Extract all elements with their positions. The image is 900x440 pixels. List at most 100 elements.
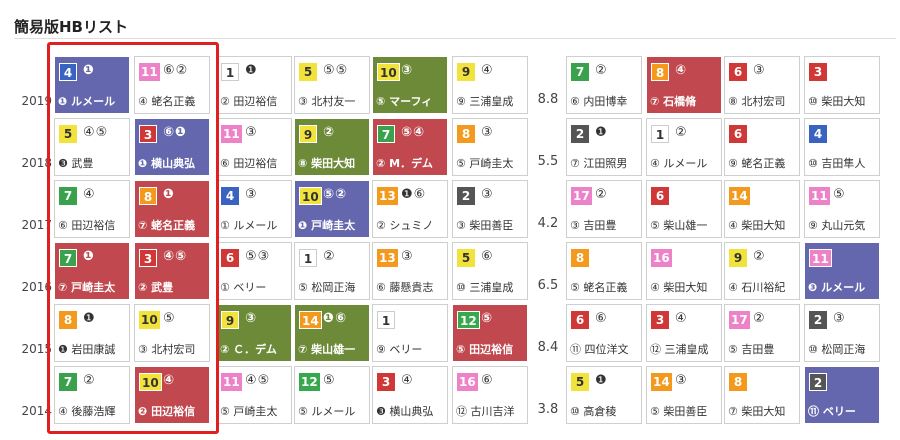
horse-number-badge: 7 <box>571 63 589 81</box>
hb-cell[interactable]: 1 ⑨ ベリー <box>372 304 448 362</box>
hb-cell[interactable]: 11 ❸ ルメール <box>804 242 880 300</box>
hb-cell[interactable]: 8❶ ⑦ 蛯名正義 <box>134 180 210 238</box>
hb-cell[interactable]: 12 ⑤ ⑤ ルメール <box>294 366 370 424</box>
hb-cell[interactable]: 5❶ ⑩ 高倉稜 <box>566 366 642 424</box>
hb-cell[interactable]: 7② ⑥ 内田博幸 <box>566 56 642 114</box>
hb-cell[interactable]: 11 ⑥② ④ 蛯名正義 <box>134 56 210 114</box>
hb-cell[interactable]: 14 ③ ⑤ 柴田善臣 <box>646 366 722 424</box>
odds-value: 8.4 <box>537 340 559 355</box>
hb-cell[interactable]: 8❶ ❶ 岩田康誠 <box>54 304 130 362</box>
hb-cell[interactable]: 12 ⑤ ⑤ 田辺裕信 <box>452 304 528 362</box>
hb-cell[interactable]: 3 ⑩ 柴田大知 <box>804 56 880 114</box>
hb-cell[interactable]: 16 ⑥ ⑫ 古川吉洋 <box>452 366 528 424</box>
hb-cell[interactable]: 9② ④ 石川裕紀 <box>724 242 800 300</box>
finish-marks: ③ <box>245 187 258 202</box>
horse-number-badge: 17 <box>571 187 592 205</box>
hb-cell[interactable]: 6 ⑤ 柴山雄一 <box>646 180 722 238</box>
hb-cell[interactable]: 2③ ⑩ 松岡正海 <box>804 304 880 362</box>
hb-cell[interactable]: 4 ⑩ 吉田隼人 <box>804 118 880 176</box>
hb-cell[interactable]: 7② ④ 後藤浩輝 <box>54 366 130 424</box>
hb-cell[interactable]: 3④ ⑫ 三浦皇成 <box>646 304 722 362</box>
jockey-name: ⑤ ルメール <box>298 405 356 418</box>
finish-marks: ④ <box>163 373 176 388</box>
hb-cell[interactable]: 14 ④ 柴田大知 <box>724 180 800 238</box>
finish-marks: ❶⑥ <box>401 187 427 202</box>
finish-marks: ❶ <box>83 311 96 326</box>
horse-number-badge: 1 <box>651 125 669 143</box>
finish-marks: ② <box>323 249 336 264</box>
hb-cell[interactable]: 7④ ⑥ 田辺裕信 <box>54 180 130 238</box>
hb-cell[interactable]: 17 ② ⑤ 吉田豊 <box>724 304 800 362</box>
horse-number-badge: 8 <box>139 187 157 205</box>
hb-cell[interactable]: 13 ❶⑥ ② シュミノ <box>372 180 448 238</box>
hb-cell[interactable]: 4❶ ❶ ルメール <box>54 56 130 114</box>
finish-marks: ⑥ <box>595 311 608 326</box>
horse-number-badge: 9 <box>221 311 239 329</box>
hb-cell[interactable]: 10 ⑤ ③ 北村宏司 <box>134 304 210 362</box>
hb-cell[interactable]: 10 ④ ❷ 田辺裕信 <box>134 366 210 424</box>
hb-cell[interactable]: 11 ④⑤ ⑤ 戸崎圭太 <box>216 366 292 424</box>
hb-cell[interactable]: 1❶ ② 田辺裕信 <box>216 56 292 114</box>
horse-number-badge: 11 <box>221 125 242 143</box>
horse-number-badge: 8 <box>651 63 669 81</box>
finish-marks: ⑤② <box>323 187 348 202</box>
hb-cell[interactable]: 13 ③ ⑥ 藤懸貴志 <box>372 242 448 300</box>
hb-cell[interactable]: 2③ ③ 柴田善臣 <box>452 180 528 238</box>
hb-cell[interactable]: 8③ ⑤ 戸崎圭太 <box>452 118 528 176</box>
hb-cell[interactable]: 8④ ⑦ 石橋脩 <box>646 56 722 114</box>
finish-marks: ④⑤ <box>163 249 188 264</box>
odds-value: 3.8 <box>537 402 559 417</box>
jockey-name: ⑫ 古川吉洋 <box>456 405 515 418</box>
finish-marks: ⑤④ <box>401 125 426 140</box>
horse-number-badge: 5 <box>457 249 475 267</box>
hb-cell[interactable]: 9③ ② Ｃ．デム <box>216 304 292 362</box>
hb-cell[interactable]: 1② ④ ルメール <box>646 118 722 176</box>
jockey-name: ② シュミノ <box>376 219 434 232</box>
jockey-name: ❷ 田辺裕信 <box>138 405 196 418</box>
horse-number-badge: 2 <box>457 187 475 205</box>
hb-cell[interactable]: 11 ③ ⑥ 田辺裕信 <box>216 118 292 176</box>
hb-cell[interactable]: 6⑥ ⑪ 四位洋文 <box>566 304 642 362</box>
hb-cell[interactable]: 3 ④⑤ ② 武豊 <box>134 242 210 300</box>
jockey-name: ⑤ 戸崎圭太 <box>456 157 514 170</box>
hb-cell[interactable]: 4③ ① ルメール <box>216 180 292 238</box>
hb-cell[interactable]: 5 ④⑤ ❸ 武豊 <box>54 118 130 176</box>
hb-cell[interactable]: 8 ⑤ 蛯名正義 <box>566 242 642 300</box>
hb-cell[interactable]: 8 ⑦ 柴田大知 <box>724 366 800 424</box>
jockey-name: ③ 吉田豊 <box>570 219 617 232</box>
hb-cell[interactable]: 6 ⑤③ ① ベリー <box>216 242 292 300</box>
horse-number-badge: 12 <box>457 311 480 329</box>
hb-cell[interactable]: 5⑥ ⑩ 三浦皇成 <box>452 242 528 300</box>
hb-cell[interactable]: 5 ⑤⑤ ③ 北村友一 <box>294 56 370 114</box>
hb-cell[interactable]: 3 ⑥❶ ❶ 横山典弘 <box>134 118 210 176</box>
hb-cell[interactable]: 14 ❶⑥ ⑦ 柴山雄一 <box>294 304 370 362</box>
hb-cell[interactable]: 17 ② ③ 吉田豊 <box>566 180 642 238</box>
hb-cell[interactable]: 7 ⑤④ ② M．デム <box>372 118 448 176</box>
finish-marks: ⑤ <box>323 373 336 388</box>
jockey-name: ❸ ルメール <box>808 281 866 294</box>
horse-number-badge: 6 <box>729 125 747 143</box>
jockey-name: ⑩ 高倉稜 <box>570 405 617 418</box>
hb-cell[interactable]: 6 ⑨ 蛯名正義 <box>724 118 800 176</box>
jockey-name: ③ 北村友一 <box>298 95 356 108</box>
hb-cell[interactable]: 6③ ⑧ 北村宏司 <box>724 56 800 114</box>
finish-marks: ③ <box>401 63 414 78</box>
hb-cell[interactable]: 11 ⑤ ⑨ 丸山元気 <box>804 180 880 238</box>
hb-cell[interactable]: 7❶ ⑦ 戸崎圭太 <box>54 242 130 300</box>
jockey-name: ⑤ 田辺裕信 <box>456 343 514 356</box>
hb-cell[interactable]: 1② ⑤ 松岡正海 <box>294 242 370 300</box>
hb-cell[interactable]: 2 ⑪ ベリー <box>804 366 880 424</box>
hb-cell[interactable]: 10 ③ ⑤ マーフィ <box>372 56 448 114</box>
hb-cell[interactable]: 3④ ❸ 横山典弘 <box>372 366 448 424</box>
jockey-name: ⑪ 四位洋文 <box>570 343 629 356</box>
hb-cell[interactable]: 9④ ⑨ 三浦皇成 <box>452 56 528 114</box>
hb-cell[interactable]: 2❶ ⑦ 江田照男 <box>566 118 642 176</box>
jockey-name: ⑤ 松岡正海 <box>298 281 356 294</box>
hb-cell[interactable]: 10 ⑤② ❶ 戸崎圭太 <box>294 180 370 238</box>
jockey-name: ❶ 岩田康誠 <box>58 343 116 356</box>
hb-cell[interactable]: 16 ④ 柴田大知 <box>646 242 722 300</box>
horse-number-badge: 14 <box>729 187 750 205</box>
finish-marks: ③ <box>481 125 494 140</box>
hb-cell[interactable]: 9② ⑧ 柴田大知 <box>294 118 370 176</box>
jockey-name: ⑨ 丸山元気 <box>808 219 866 232</box>
